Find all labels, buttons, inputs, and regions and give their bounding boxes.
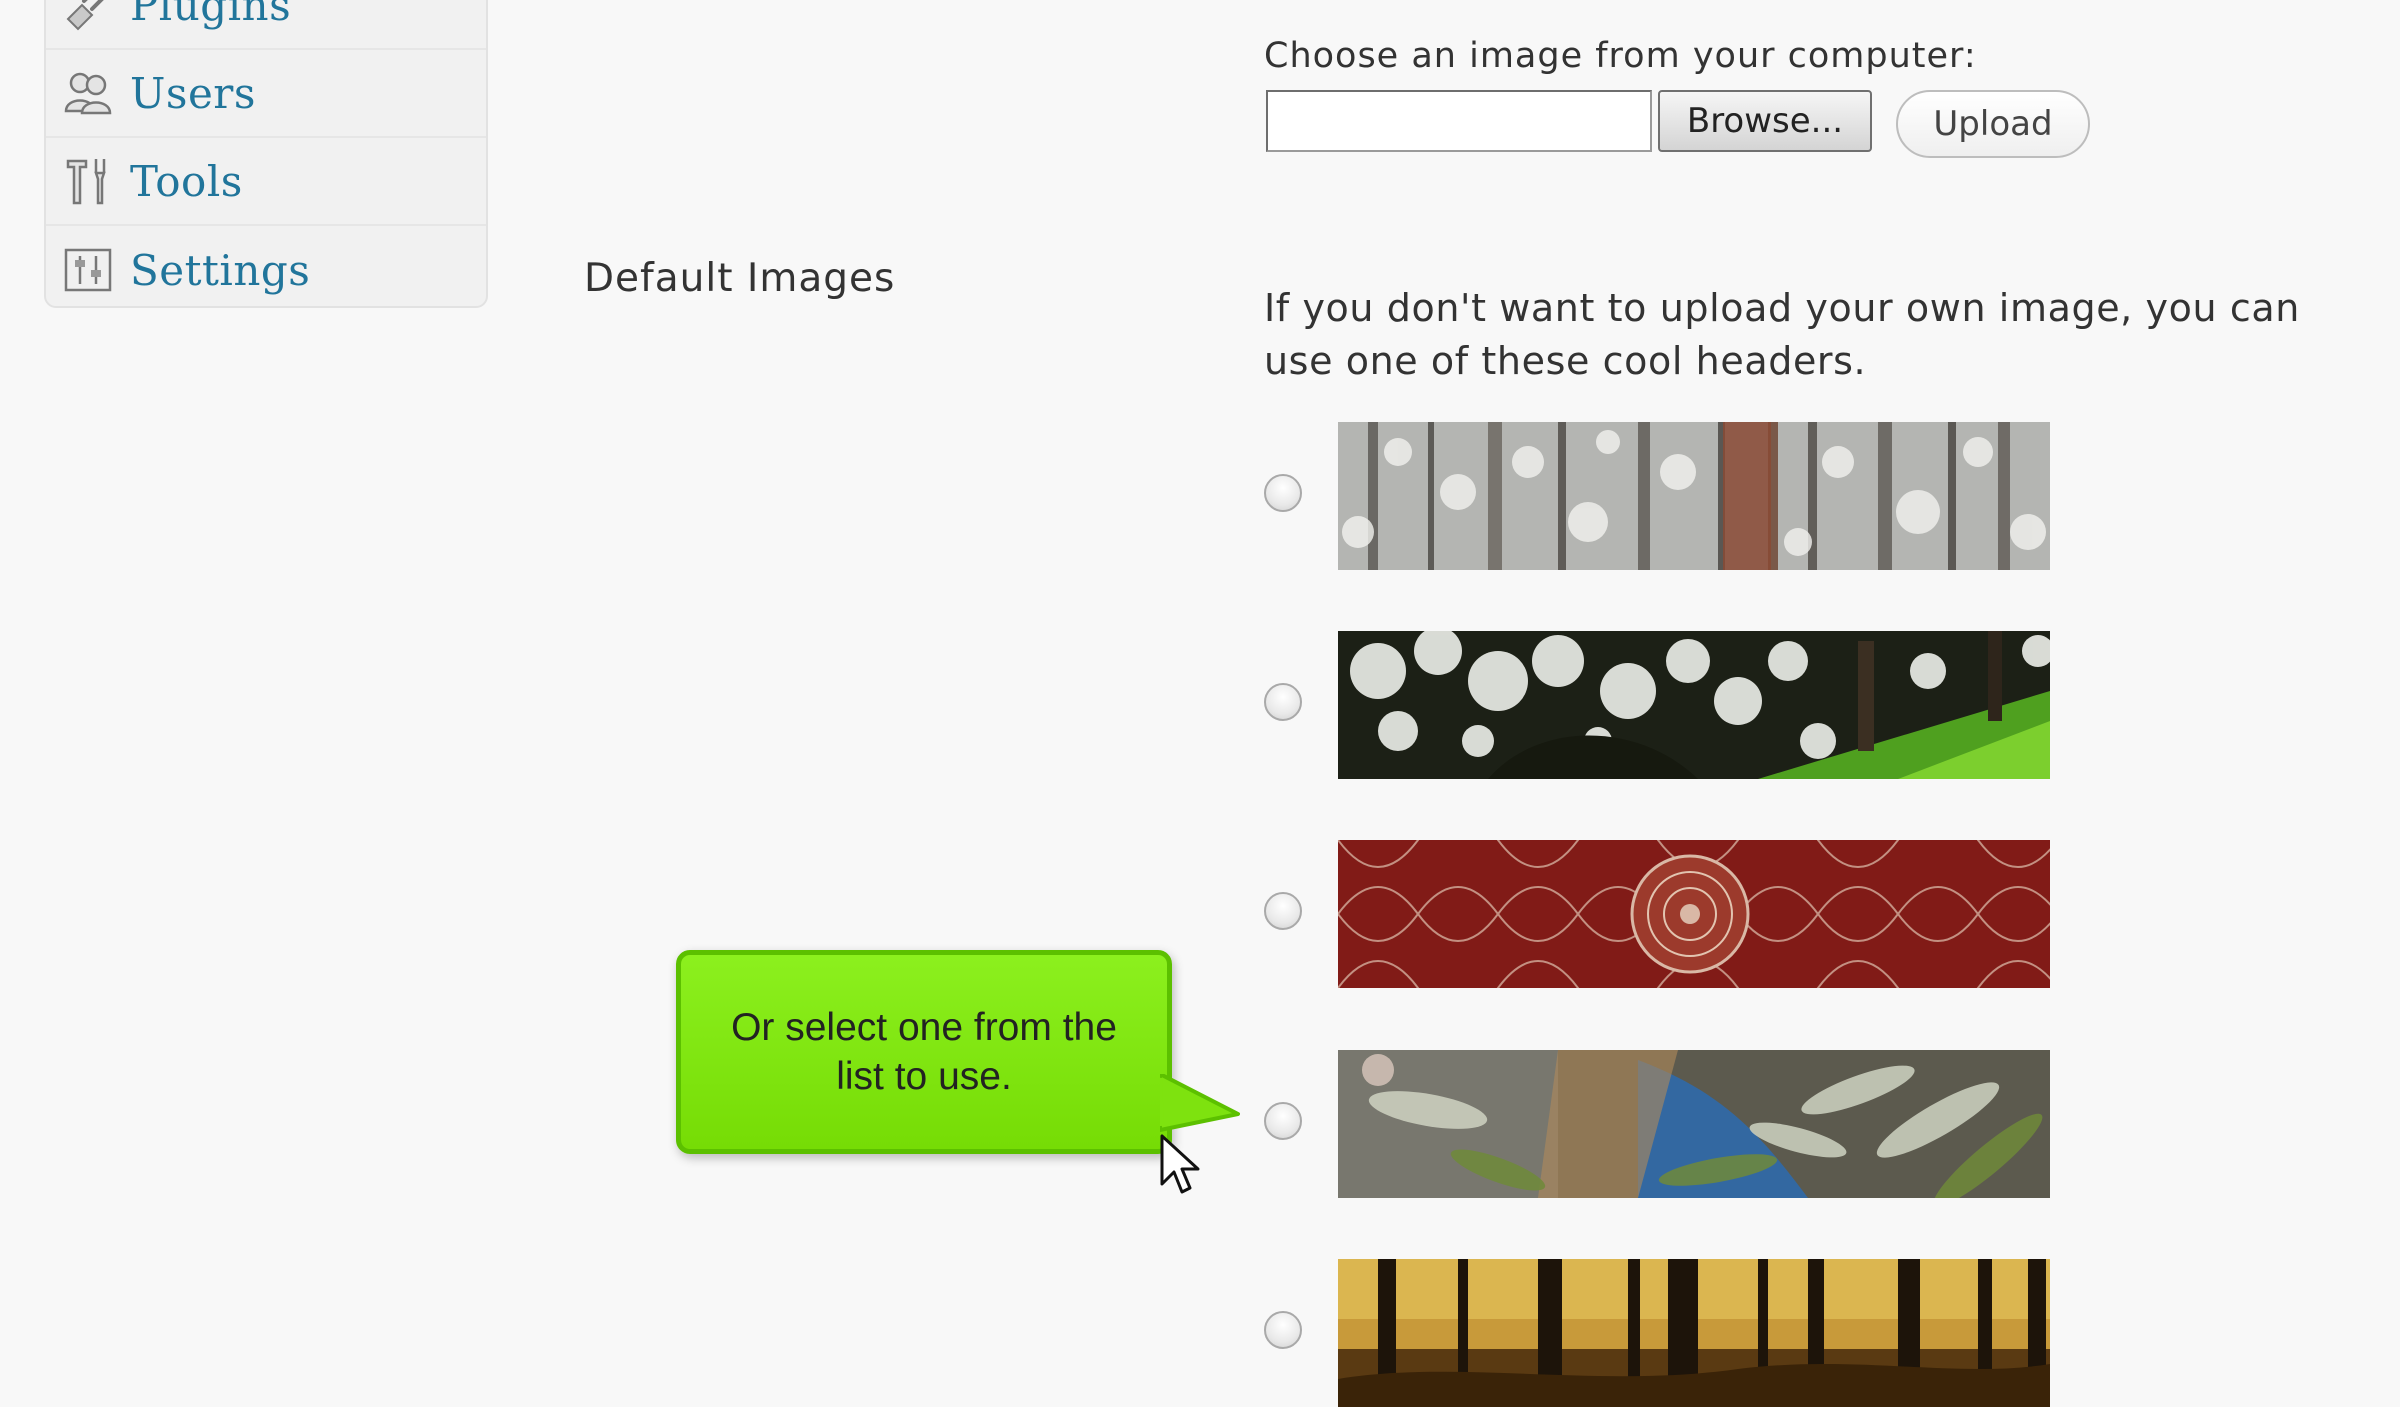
header-option-snowy-forest	[1264, 422, 2064, 570]
tools-icon	[66, 159, 106, 205]
sidebar-item-label: Tools	[130, 156, 243, 206]
browse-button[interactable]: Browse...	[1658, 90, 1872, 152]
default-images-description: If you don't want to upload your own ima…	[1264, 286, 2300, 383]
sidebar-item-users[interactable]: Users	[46, 50, 486, 138]
callout-pointer	[1160, 1074, 1240, 1132]
upload-button[interactable]: Upload	[1896, 90, 2090, 158]
header-image-fern-leaves[interactable]	[1338, 1050, 2050, 1198]
callout-text: Or select one from the list to use.	[731, 1006, 1117, 1098]
admin-sidebar: Plugins Users Tools Settings	[44, 0, 488, 308]
mouse-cursor-icon	[1160, 1134, 1200, 1194]
sidebar-item-label: Users	[130, 68, 256, 118]
header-image-red-lattice[interactable]	[1338, 840, 2050, 988]
header-option-red-lattice	[1264, 840, 2064, 988]
settings-icon	[64, 248, 112, 292]
sidebar-item-label: Settings	[130, 245, 311, 295]
sidebar-item-tools[interactable]: Tools	[46, 138, 486, 226]
header-radio[interactable]	[1264, 683, 1302, 721]
file-path-input[interactable]	[1266, 90, 1652, 152]
upload-prompt: Choose an image from your computer:	[1264, 36, 1977, 76]
header-radio[interactable]	[1264, 1102, 1302, 1140]
header-option-fern-leaves	[1264, 1050, 2064, 1198]
sidebar-item-label: Plugins	[130, 0, 292, 30]
sidebar-item-settings[interactable]: Settings	[46, 226, 486, 306]
plugin-icon	[66, 0, 104, 31]
header-radio[interactable]	[1264, 892, 1302, 930]
header-radio[interactable]	[1264, 1311, 1302, 1349]
users-icon	[64, 72, 112, 115]
header-image-white-blossoms[interactable]	[1338, 631, 2050, 779]
sidebar-item-plugins[interactable]: Plugins	[46, 0, 486, 50]
tutorial-callout: Or select one from the list to use.	[676, 950, 1172, 1154]
default-images-heading: Default Images	[584, 256, 896, 301]
header-image-snowy-forest[interactable]	[1338, 422, 2050, 570]
header-option-white-blossoms	[1264, 631, 2064, 779]
header-radio[interactable]	[1264, 474, 1302, 512]
